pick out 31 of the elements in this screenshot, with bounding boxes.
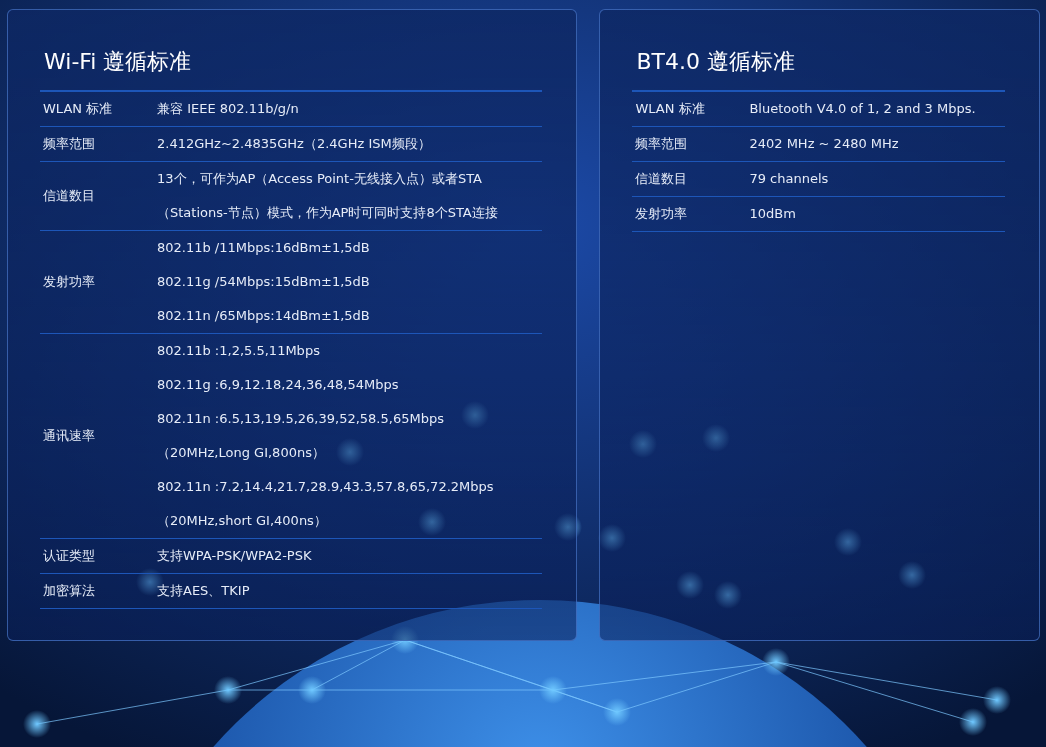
panel-title: BT4.0 遵循标准 <box>636 48 796 76</box>
spec-value: （20MHz,Long GI,800ns） <box>157 444 326 462</box>
spec-value: 79 channels <box>749 170 829 188</box>
spec-value: Bluetooth V4.0 of 1, 2 and 3 Mbps. <box>749 100 976 118</box>
spec-value: 13个，可作为AP（Access Point-无线接入点）或者STA（Stations-节点）模式，作为AP时可同时支持8个STA连接 <box>157 170 499 222</box>
spec-label: WLAN 标准 <box>42 100 114 118</box>
spec-label: 加密算法 <box>42 582 96 600</box>
spec-label: 通讯速率 <box>42 427 96 445</box>
spec-label: 信道数目 <box>42 187 96 205</box>
spec-value: 支持AES、TKIP <box>157 582 251 600</box>
spec-label: 频率范围 <box>634 135 689 153</box>
spec-value: 支持WPA-PSK/WPA2-PSK <box>157 547 313 565</box>
spec-value: 802.11n /65Mbps:14dBm±1,5dB <box>157 307 371 325</box>
spec-label: 频率范围 <box>42 135 96 153</box>
panel-title: Wi-Fi 遵循标准 <box>44 48 193 76</box>
spec-value: 2.412GHz~2.4835GHz（2.4GHz ISM频段） <box>157 135 432 153</box>
spec-value: 802.11n :7.2,14.4,21.7,28.9,43.3,57.8,65,72.2Mbps <box>157 478 495 496</box>
spec-value: 10dBm <box>749 205 796 223</box>
spec-value: 802.11b /11Mbps:16dBm±1,5dB <box>157 239 371 257</box>
spec-label: 信道数目 <box>634 170 689 188</box>
spec-value: （20MHz,short GI,400ns） <box>157 512 328 530</box>
spec-value: 兼容 IEEE 802.11b/g/n <box>157 100 300 118</box>
spec-label: 发射功率 <box>42 273 96 291</box>
spec-label: 认证类型 <box>42 547 96 565</box>
spec-value: 802.11n :6.5,13,19.5,26,39,52,58.5,65Mbps <box>157 410 445 428</box>
spec-value: 802.11g :6,9,12.18,24,36,48,54Mbps <box>157 376 400 394</box>
spec-value: 2402 MHz ~ 2480 MHz <box>749 135 899 153</box>
spec-label: WLAN 标准 <box>634 100 706 118</box>
spec-value: 802.11g /54Mbps:15dBm±1,5dB <box>157 273 371 291</box>
spec-label: 发射功率 <box>634 205 689 223</box>
spec-value: 802.11b :1,2,5.5,11Mbps <box>157 342 321 360</box>
